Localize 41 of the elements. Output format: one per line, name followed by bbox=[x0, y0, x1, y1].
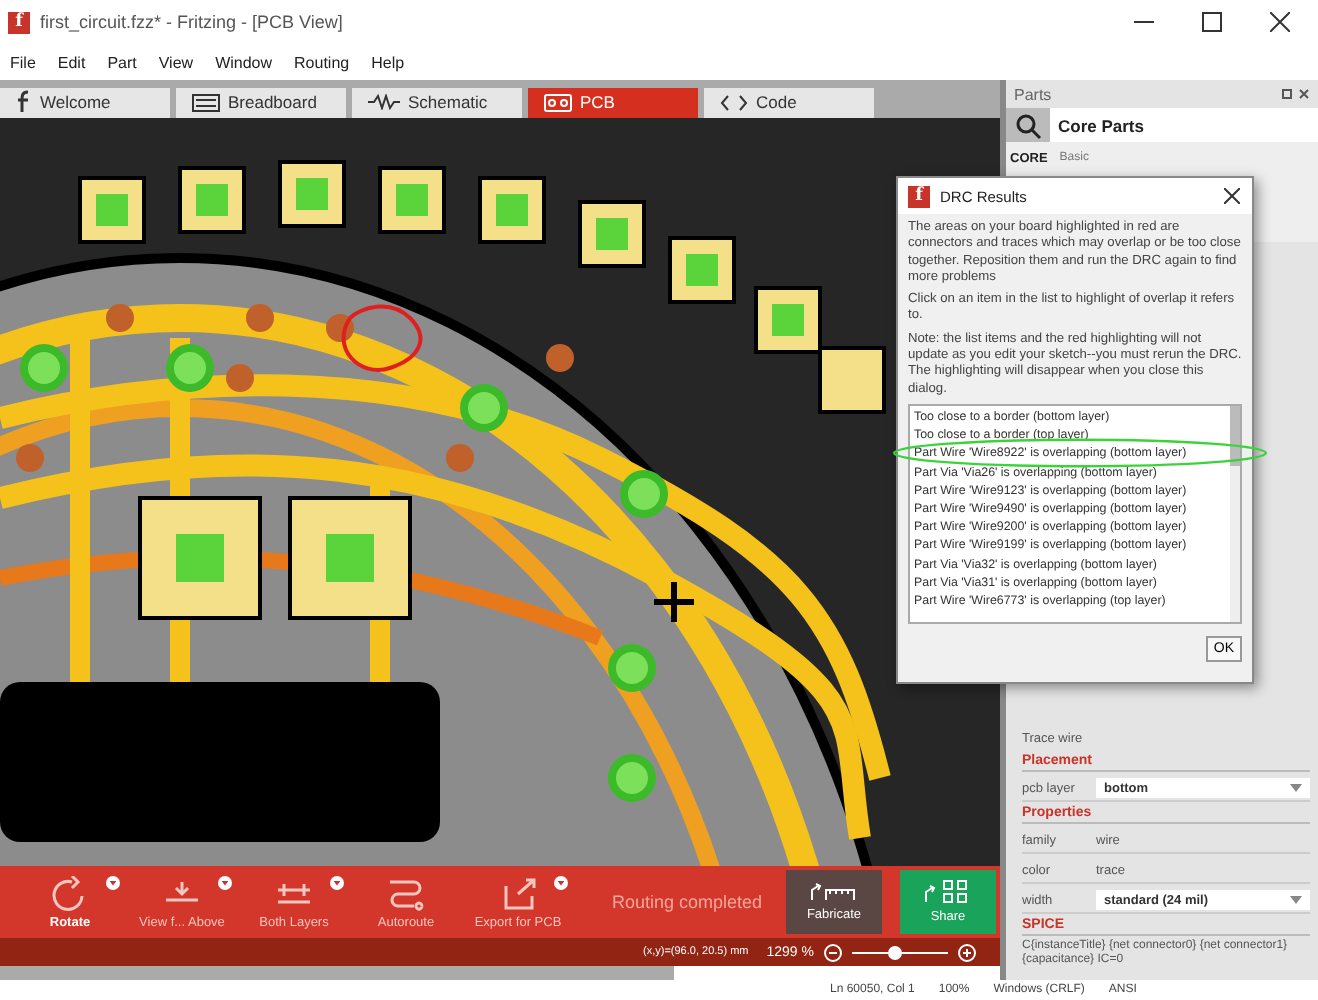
scrollbar-thumb[interactable] bbox=[1230, 405, 1240, 466]
f-glyph-icon bbox=[16, 90, 32, 115]
search-icon[interactable] bbox=[1006, 107, 1050, 143]
close-icon[interactable] bbox=[1270, 12, 1290, 32]
menu-item[interactable]: File bbox=[10, 53, 36, 71]
panel-title: Parts bbox=[1014, 85, 1052, 103]
app-logo: f bbox=[8, 11, 30, 33]
view-tab[interactable]: Welcome bbox=[0, 87, 170, 118]
view-tab[interactable]: PCB bbox=[528, 87, 698, 118]
caret-icon bbox=[1290, 896, 1302, 904]
window-title: first_circuit.fzz* - Fritzing - [PCB View] bbox=[40, 12, 345, 32]
factory-icon bbox=[810, 882, 858, 903]
panel-controls-icon[interactable] bbox=[1282, 88, 1310, 100]
zoom-out-icon[interactable] bbox=[824, 943, 842, 962]
dropdown-icon[interactable] bbox=[330, 875, 344, 890]
resistor-icon bbox=[368, 94, 400, 111]
zoom-slider-thumb[interactable] bbox=[887, 945, 902, 960]
menu-item[interactable]: View bbox=[158, 53, 194, 71]
menu-item[interactable]: Window bbox=[215, 53, 273, 71]
menu-item[interactable]: Edit bbox=[57, 53, 86, 71]
breadboard-icon bbox=[192, 93, 220, 112]
menu-item[interactable]: Routing bbox=[294, 53, 350, 71]
maximize-icon[interactable] bbox=[1202, 12, 1222, 32]
bin-title: Core Parts bbox=[1058, 115, 1144, 135]
dropdown-icon[interactable] bbox=[106, 875, 120, 890]
zoom-in-icon[interactable] bbox=[958, 943, 976, 962]
dropdown-icon[interactable] bbox=[554, 875, 568, 890]
caret-icon bbox=[1290, 784, 1302, 792]
circuit-board-icon bbox=[544, 93, 572, 112]
view-tab[interactable]: Schematic bbox=[352, 87, 522, 118]
routing-status-text: Routing completed bbox=[612, 892, 765, 913]
app-logo: f bbox=[908, 185, 930, 207]
dropdown-icon[interactable] bbox=[218, 875, 232, 890]
menu-item[interactable]: Part bbox=[107, 53, 137, 71]
code-brackets-icon bbox=[720, 93, 748, 112]
close-icon[interactable] bbox=[1224, 188, 1240, 204]
view-tab[interactable]: Breadboard bbox=[176, 87, 346, 118]
share-grid-icon bbox=[924, 880, 972, 905]
menu-item[interactable]: Help bbox=[371, 53, 405, 71]
view-tab[interactable]: Code bbox=[704, 87, 874, 118]
scrollbar-thumb[interactable] bbox=[0, 966, 674, 981]
